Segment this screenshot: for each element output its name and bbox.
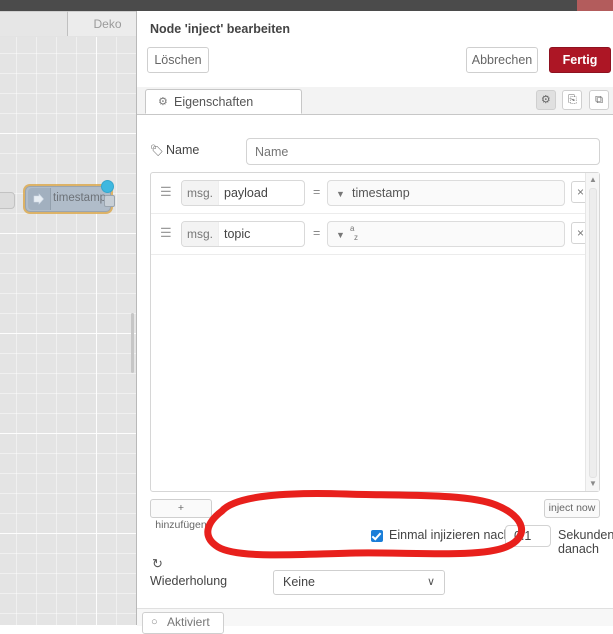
property-row-payload: ☰ msg. payload = ▼ timestamp ×	[151, 173, 599, 214]
repeat-label: Wiederholung	[150, 574, 228, 588]
add-property-button[interactable]: + hinzufügen	[150, 499, 212, 531]
properties-scrollbar[interactable]: ▲ ▼	[585, 173, 599, 491]
name-input[interactable]	[246, 138, 600, 165]
panel-splitter-handle[interactable]	[131, 313, 134, 373]
inject-node-label: timestamp	[53, 192, 107, 204]
name-row: 🏷 Name	[150, 138, 600, 166]
flow-tab-bar[interactable]: Deko	[0, 11, 136, 38]
dialog-button-row: Löschen Abbrechen Fertig	[137, 47, 613, 81]
property-name-value: topic	[224, 227, 251, 241]
property-name-field-topic[interactable]: msg. topic	[181, 221, 305, 247]
repeat-row: ↻ Wiederholung Keine ∨	[150, 556, 600, 606]
inject-now-button[interactable]: inject now	[544, 499, 600, 518]
dialog-tab-strip: ⚙ Eigenschaften ⚙ ⎘ ⧉	[137, 87, 613, 115]
scrollbar-thumb[interactable]	[589, 188, 597, 478]
enabled-label: Aktiviert	[167, 615, 210, 629]
status-dot-icon	[101, 180, 114, 193]
property-row-topic: ☰ msg. topic = ▼ a z ×	[151, 214, 599, 255]
tab-eigenschaften-label: Eigenschaften	[174, 95, 254, 109]
node-output-port[interactable]	[104, 195, 115, 207]
gear-icon: ⚙	[540, 94, 551, 106]
flow-tab-1[interactable]	[0, 11, 68, 36]
drag-handle-icon[interactable]: ☰	[160, 226, 174, 240]
equals-label: =	[313, 226, 321, 240]
chevron-down-icon[interactable]: ▼	[336, 230, 345, 240]
property-name-field-payload[interactable]: msg. payload	[181, 180, 305, 206]
appearance-icon-button[interactable]: ⧉	[589, 90, 609, 110]
inject-once-label: Einmal injizieren nach	[389, 528, 511, 542]
delete-button[interactable]: Löschen	[147, 47, 209, 73]
repeat-select[interactable]: Keine ∨	[273, 570, 445, 595]
canvas-grid[interactable]: timestamp	[0, 37, 136, 625]
scroll-up-arrow-icon[interactable]: ▲	[586, 173, 600, 187]
string-type-glyph-bottom: z	[354, 233, 358, 242]
window-top-bar	[0, 0, 613, 11]
inject-node[interactable]: timestamp	[25, 180, 115, 212]
property-name-value: payload	[224, 186, 268, 200]
property-value-field-payload[interactable]: ▼ timestamp	[327, 180, 565, 206]
msg-prefix-label: msg.	[182, 222, 219, 246]
dialog-title: Node 'inject' bearbeiten	[150, 22, 291, 36]
gear-icon-button[interactable]: ⚙	[535, 90, 556, 110]
inject-delay-input[interactable]	[505, 525, 551, 547]
enabled-toggle-button[interactable]: ○ Aktiviert	[142, 612, 224, 634]
inject-once-row: Einmal injizieren nach Sekunden, danach	[150, 525, 613, 556]
tab-eigenschaften[interactable]: ⚙ Eigenschaften	[145, 89, 302, 114]
property-value-text: timestamp	[352, 186, 410, 200]
appearance-icon: ⧉	[595, 94, 603, 106]
inject-arrow-icon	[28, 188, 51, 210]
properties-list: ☰ msg. payload = ▼ timestamp × ☰ msg. to…	[150, 172, 600, 492]
gear-icon: ⚙	[158, 96, 168, 108]
dialog-tab-icon-group: ⚙ ⎘ ⧉	[533, 90, 609, 111]
canvas-node-stub[interactable]	[0, 192, 15, 209]
inject-once-checkbox[interactable]	[371, 530, 383, 542]
string-type-icon: a z	[350, 224, 358, 242]
tag-icon: 🏷	[150, 145, 164, 157]
property-value-field-topic[interactable]: ▼ a z	[327, 221, 565, 247]
inject-once-suffix-label: Sekunden, danach	[558, 528, 613, 556]
chevron-down-icon: ∨	[426, 576, 435, 588]
toggle-off-icon: ○	[151, 616, 158, 628]
scroll-down-arrow-icon[interactable]: ▼	[586, 477, 600, 491]
edit-node-dialog: Node 'inject' bearbeiten Löschen Abbrech…	[136, 11, 613, 634]
done-button[interactable]: Fertig	[549, 47, 611, 73]
description-icon: ⎘	[567, 94, 577, 106]
cancel-button[interactable]: Abbrechen	[466, 47, 538, 73]
description-icon-button[interactable]: ⎘	[562, 90, 583, 110]
repeat-select-value: Keine	[283, 575, 315, 589]
flow-canvas[interactable]: Deko timestamp	[0, 11, 136, 625]
string-type-glyph-top: a	[350, 224, 355, 233]
refresh-icon: ↻	[152, 556, 163, 571]
msg-prefix-label: msg.	[182, 181, 219, 205]
name-label: Name	[166, 143, 200, 157]
dialog-content: 🏷 Name ☰ msg. payload = ▼ timestamp × ☰	[137, 114, 613, 634]
equals-label: =	[313, 185, 321, 199]
flow-tab-deko-label: Deko	[93, 17, 122, 31]
flow-tab-deko[interactable]: Deko	[68, 11, 136, 36]
chevron-down-icon[interactable]: ▼	[336, 189, 345, 199]
drag-handle-icon[interactable]: ☰	[160, 185, 174, 199]
enabled-row: ○ Aktiviert	[137, 608, 613, 634]
top-bar-accent	[577, 0, 613, 11]
